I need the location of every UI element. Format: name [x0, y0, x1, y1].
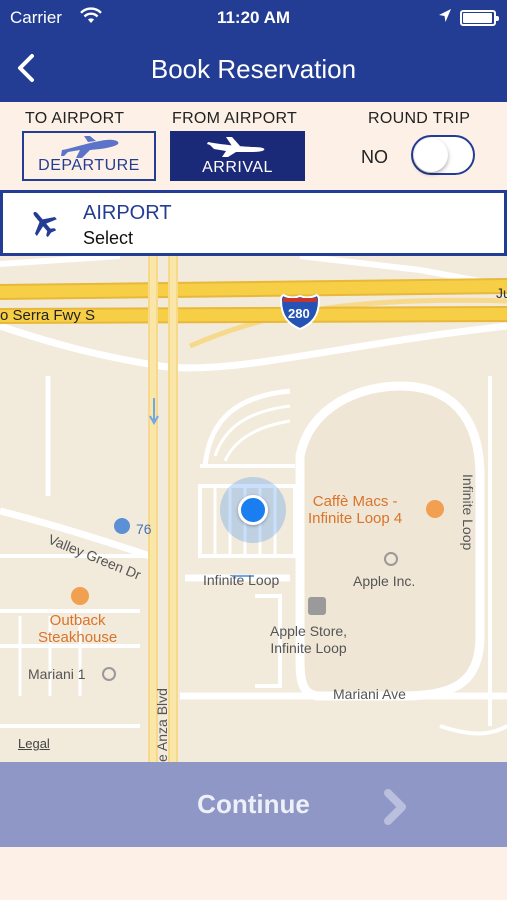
departure-label: DEPARTURE: [38, 157, 140, 174]
toggle-knob: [414, 138, 448, 172]
map-label-infinite-loop-vertical: Infinite Loop: [460, 474, 476, 551]
map-label-anza-blvd: e Anza Blvd: [154, 688, 170, 762]
map-label-mariani-1: Mariani 1: [28, 666, 86, 682]
map-legal-link[interactable]: Legal: [18, 736, 50, 751]
plane-landing-icon: [207, 137, 265, 157]
battery-icon: [460, 10, 499, 26]
airport-select[interactable]: AIRPORT Select: [0, 190, 507, 256]
interstate-shield-label: 280: [288, 306, 310, 321]
round-trip-label: ROUND TRIP: [368, 110, 471, 127]
continue-label: Continue: [197, 789, 310, 819]
map-label-gas-76: 76: [136, 521, 152, 537]
from-airport-label: FROM AIRPORT: [172, 110, 298, 127]
footer-area: [0, 847, 507, 900]
status-time: 11:20 AM: [216, 8, 291, 27]
plane-icon: [27, 207, 59, 244]
trip-options: TO AIRPORT FROM AIRPORT ROUND TRIP DEPAR…: [0, 102, 507, 190]
map-label-apple-store: Apple Store, Infinite Loop: [270, 623, 348, 656]
airport-label: AIRPORT: [83, 202, 172, 224]
navigation-bar: Book Reservation: [0, 36, 507, 102]
page-title: Book Reservation: [150, 54, 357, 84]
map-label-outback: Outback Steakhouse: [38, 612, 118, 646]
round-trip-toggle[interactable]: [411, 135, 475, 175]
arrival-label: ARRIVAL: [202, 159, 273, 176]
status-bar: Carrier 11:20 AM: [0, 0, 507, 36]
round-trip-value: NO: [361, 147, 388, 167]
map-label-caffe-macs: Caffè Macs - Infinite Loop 4: [308, 493, 403, 527]
map-label-mariani-ave: Mariani Ave: [333, 686, 406, 702]
map-label-infinite-loop: Infinite Loop: [203, 572, 280, 588]
map-view[interactable]: Ju o Serra Fwy S 280 Valley Green Dr 76 …: [0, 256, 507, 762]
airport-value: Select: [83, 228, 134, 248]
to-airport-label: TO AIRPORT: [25, 110, 125, 127]
departure-button[interactable]: DEPARTURE: [22, 131, 156, 181]
map-label-junipero: Ju: [496, 285, 507, 301]
map-label-serra-fwy: o Serra Fwy S: [0, 307, 96, 324]
continue-button[interactable]: Continue: [0, 762, 507, 847]
map-label-apple-inc: Apple Inc.: [353, 573, 416, 589]
arrival-button[interactable]: ARRIVAL: [170, 131, 305, 181]
location-arrow-icon: [438, 8, 452, 29]
chevron-right-icon: [384, 789, 406, 825]
user-location-marker: [238, 495, 268, 525]
